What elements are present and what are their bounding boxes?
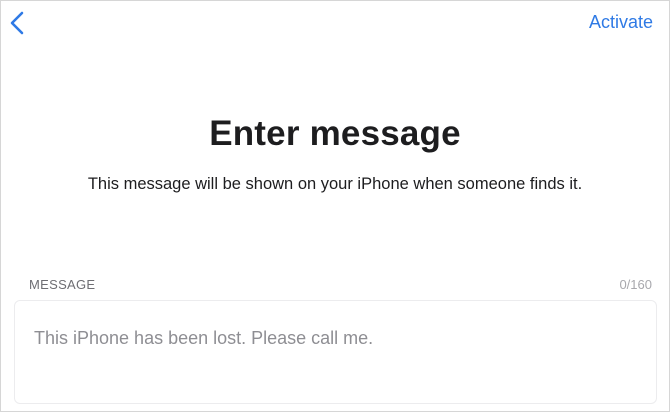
page-subtitle: This message will be shown on your iPhon… (87, 175, 583, 193)
back-button[interactable] (7, 9, 31, 37)
activate-button[interactable]: Activate (589, 11, 653, 33)
message-input-container (14, 300, 657, 404)
chevron-left-icon (7, 9, 31, 37)
page-title: Enter message (209, 114, 461, 153)
message-screen: Activate Enter message This message will… (0, 0, 670, 412)
message-input[interactable] (15, 301, 656, 403)
message-field-label: MESSAGE (29, 277, 96, 292)
character-counter: 0/160 (619, 277, 652, 292)
